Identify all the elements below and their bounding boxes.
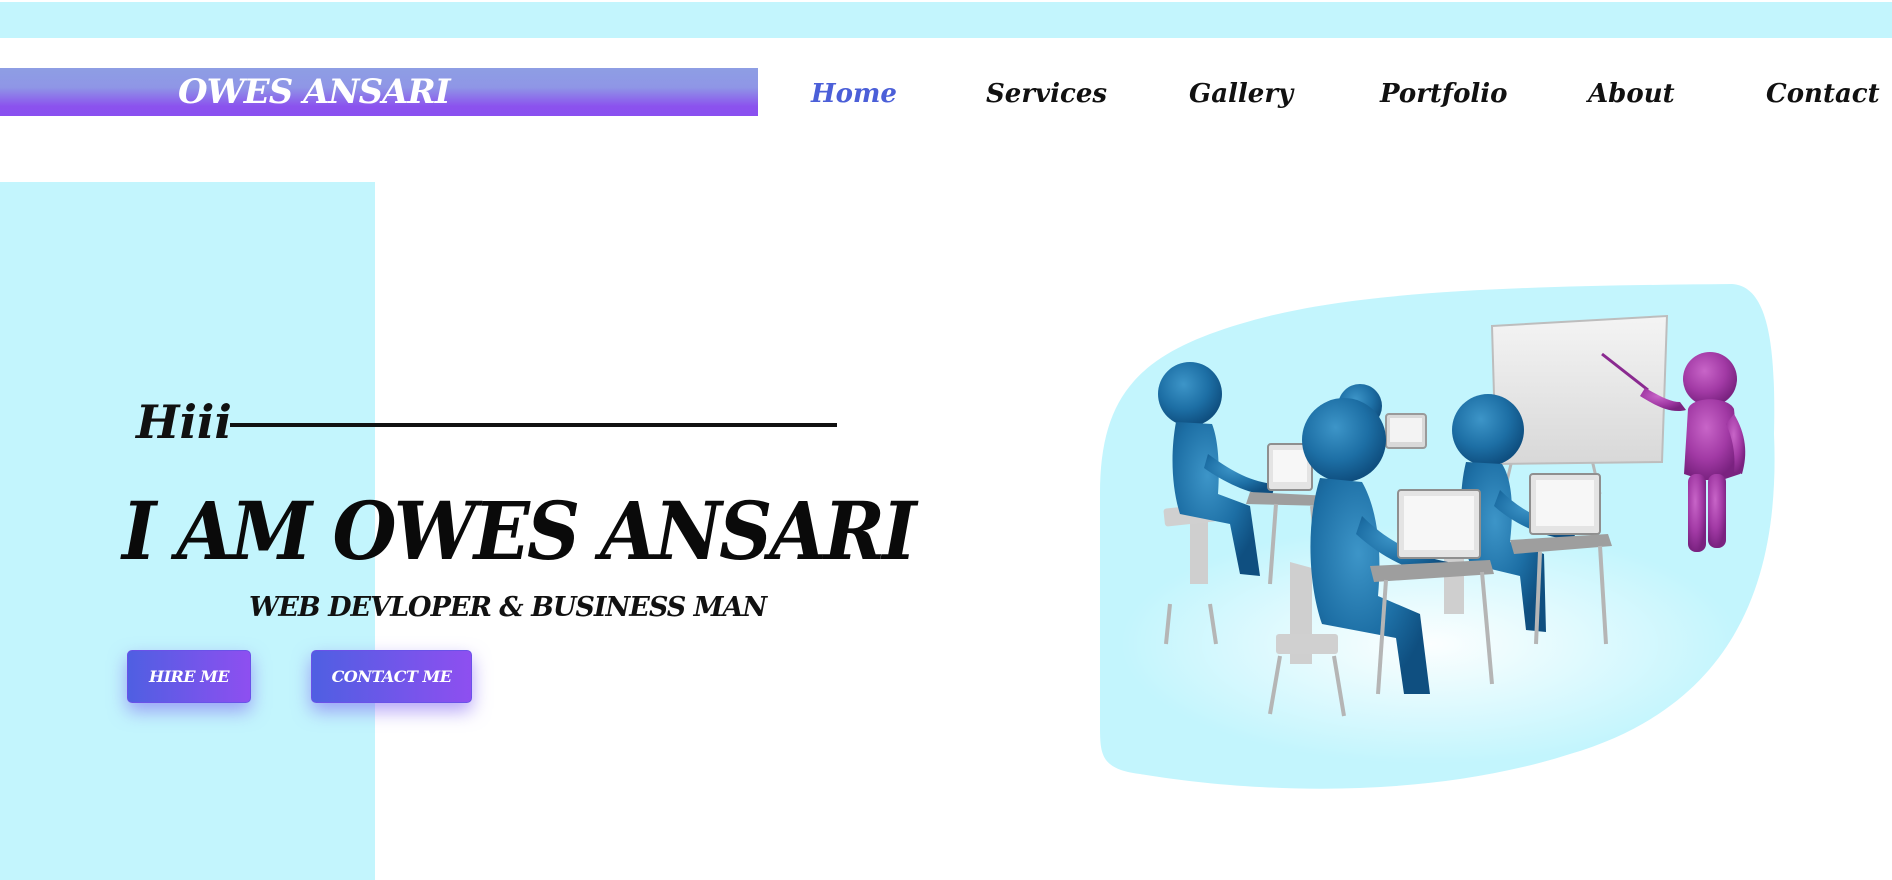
top-accent-strip (0, 2, 1892, 38)
classroom-illustration (1100, 284, 1775, 789)
hero-subtitle: WEB DEVLOPER & BUSINESS MAN (249, 592, 767, 623)
hero-headline: I AM OWES ANSARI (122, 484, 917, 578)
site-logo[interactable]: OWES ANSARI (178, 72, 451, 112)
nav-contact[interactable]: Contact (1766, 72, 1880, 116)
nav-services[interactable]: Services (986, 72, 1107, 116)
greeting-divider (230, 423, 837, 427)
nav-home[interactable]: Home (811, 72, 897, 116)
hero-greeting: Hiii (136, 395, 232, 449)
nav-gallery[interactable]: Gallery (1189, 72, 1293, 116)
hire-me-button[interactable]: HIRE ME (127, 650, 251, 703)
contact-me-button[interactable]: CONTACT ME (311, 650, 472, 703)
nav-portfolio[interactable]: Portfolio (1380, 72, 1508, 116)
nav-about[interactable]: About (1588, 72, 1675, 116)
